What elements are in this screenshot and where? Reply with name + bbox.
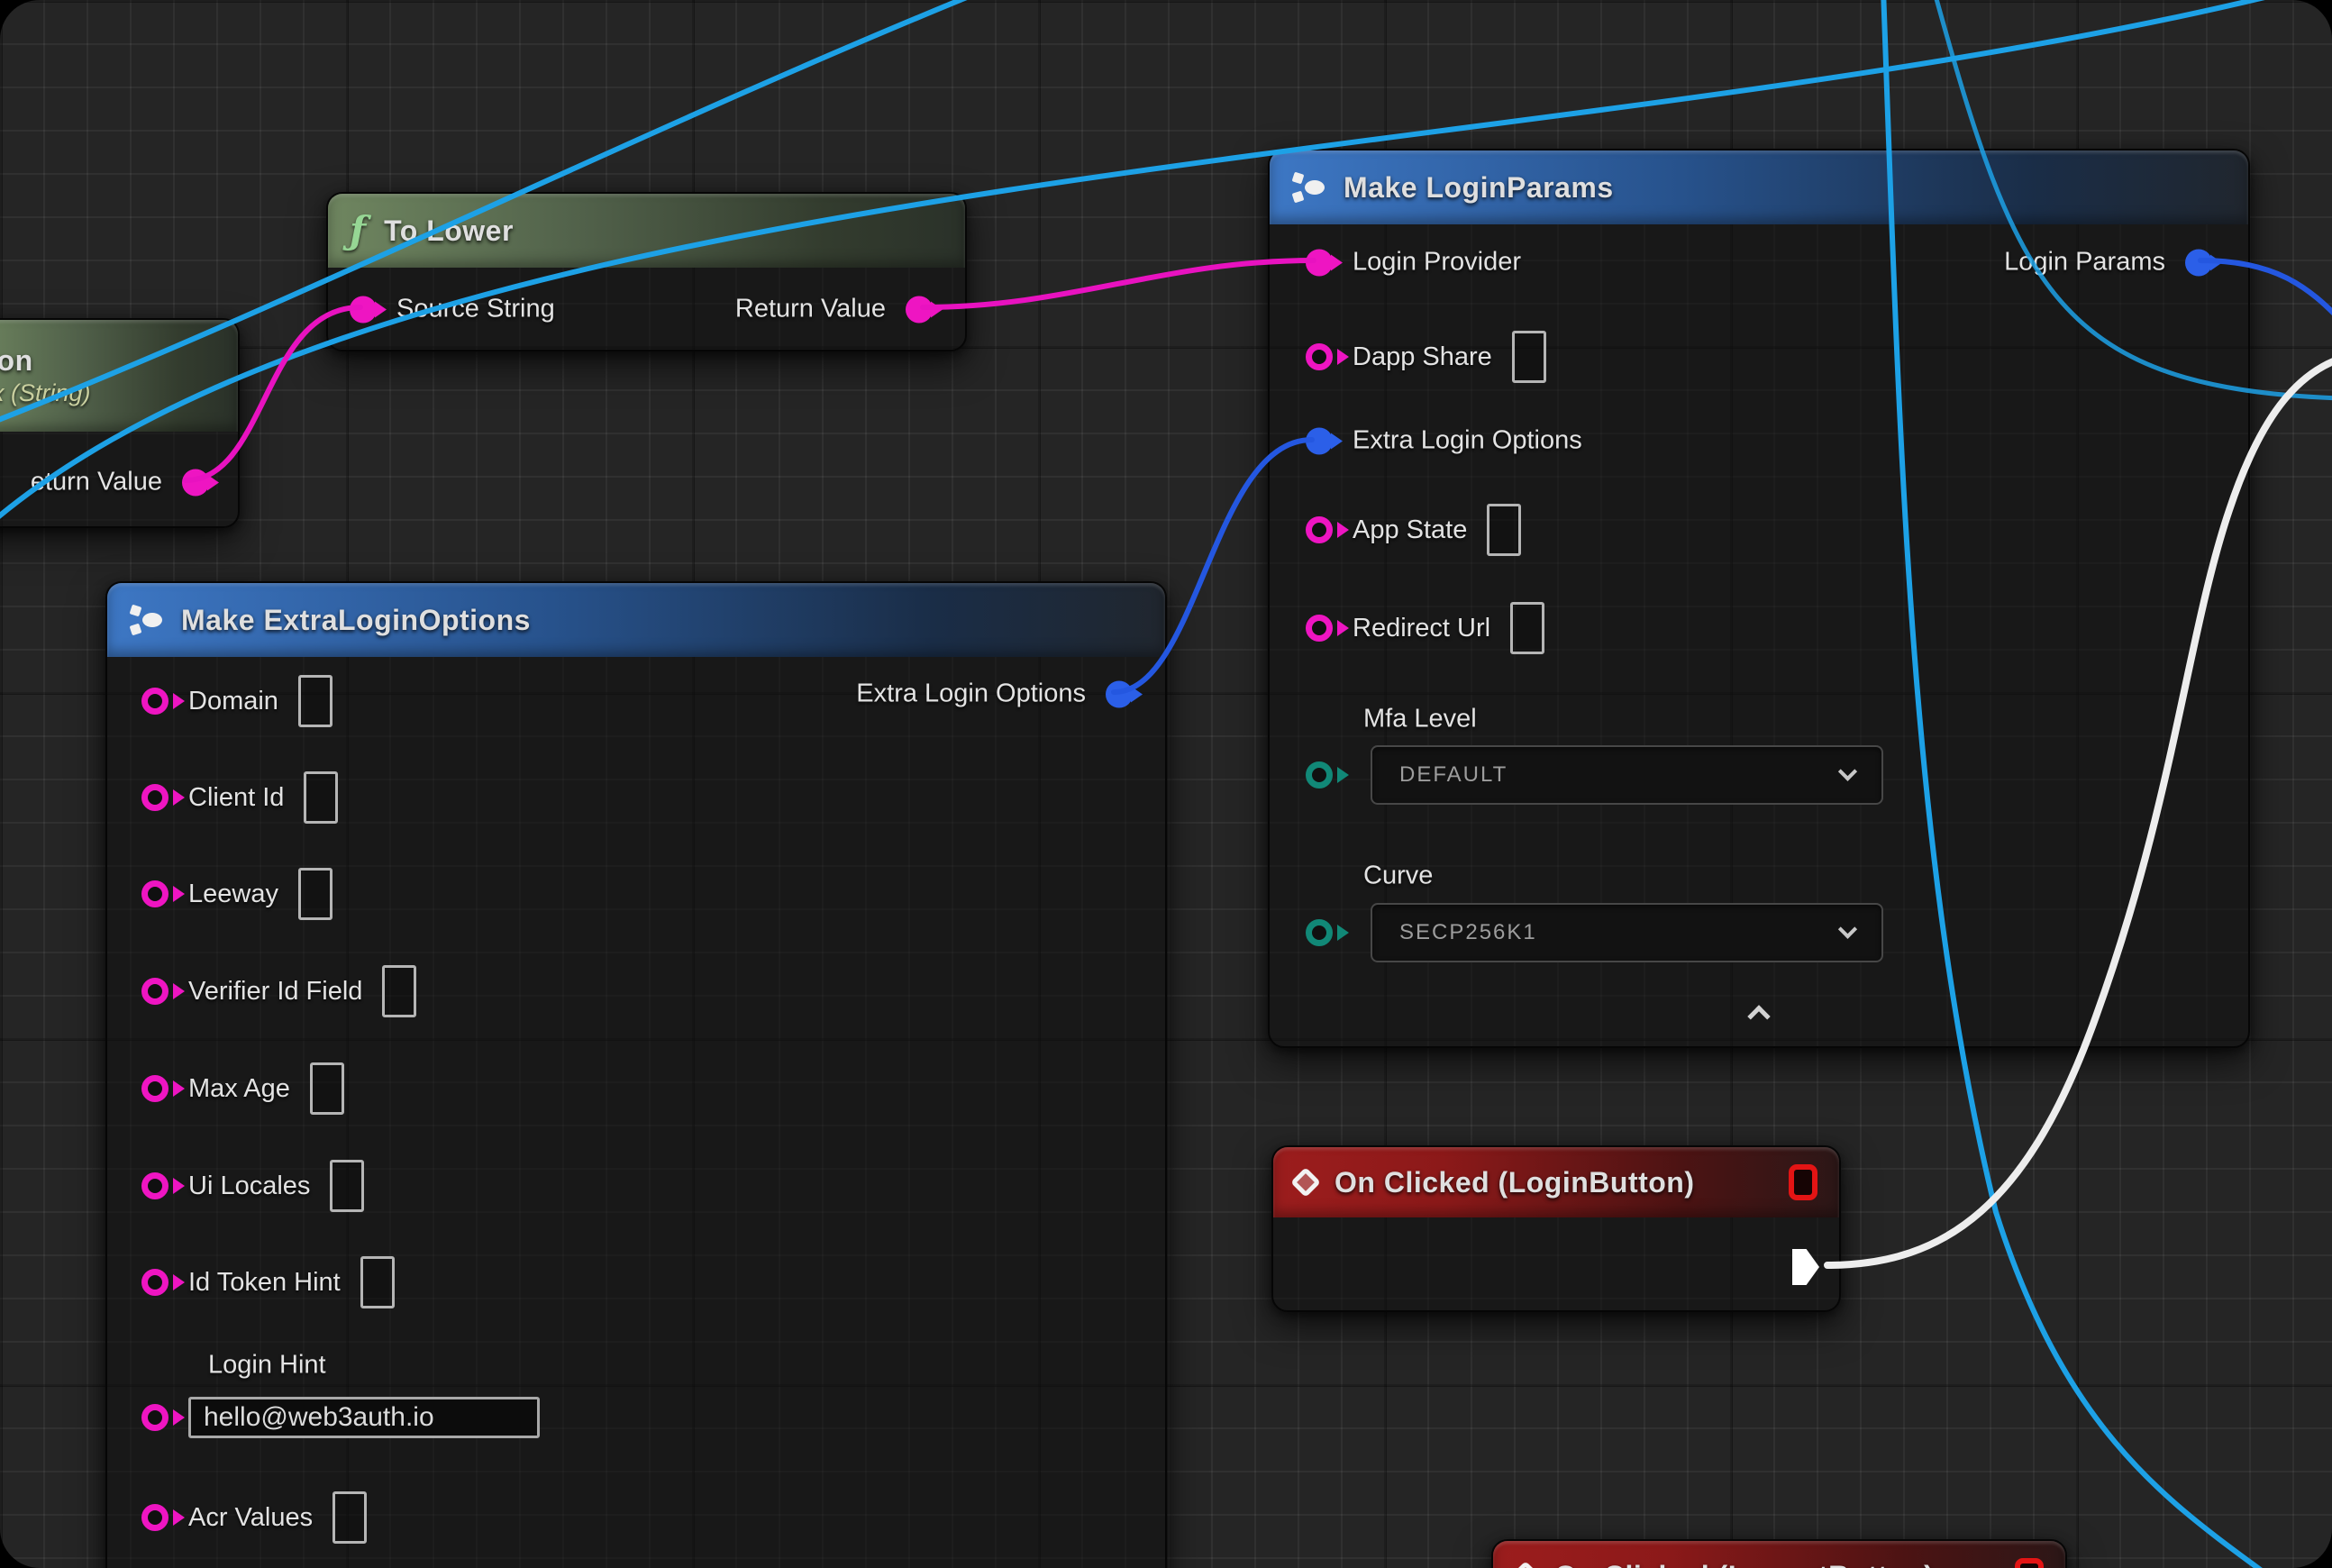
max-age-input-pin[interactable] <box>141 1075 169 1102</box>
leeway-pin-label: Leeway <box>188 880 278 909</box>
blueprint-graph-canvas[interactable]: tion ox (String) eturn Value ƒ To Lower … <box>0 0 2332 1568</box>
node-make-login-params-header[interactable]: Make LoginParams <box>1270 150 2248 224</box>
delegate-stop-icon[interactable] <box>1789 1164 1817 1200</box>
id-token-hint-value-box[interactable] <box>360 1256 395 1308</box>
client-id-value-box[interactable] <box>304 771 338 824</box>
client-id-pin-label: Client Id <box>188 783 284 813</box>
client-id-input-pin[interactable] <box>141 784 169 811</box>
function-icon: ƒ <box>350 212 366 250</box>
exec-output-pin[interactable] <box>1792 1249 1819 1285</box>
mfa-level-input-pin[interactable] <box>1306 761 1333 789</box>
mfa-level-value: DEFAULT <box>1399 762 1508 788</box>
node-text-partial[interactable]: tion ox (String) eturn Value <box>0 318 240 528</box>
leeway-value-box[interactable] <box>298 868 332 920</box>
mfa-level-pin-label: Mfa Level <box>1363 705 1477 734</box>
domain-pin-label: Domain <box>188 687 278 716</box>
make-struct-icon <box>1291 171 1325 204</box>
login-params-output-pin[interactable] <box>2185 249 2212 276</box>
node-text-partial-header[interactable]: tion ox (String) <box>0 320 238 432</box>
make-struct-icon <box>129 604 163 636</box>
login-params-pin-label: Login Params <box>2004 248 2165 278</box>
dapp-share-input-pin[interactable] <box>1306 343 1333 370</box>
node-title: To Lower <box>384 214 514 248</box>
curve-input-pin[interactable] <box>1306 919 1333 946</box>
login-hint-input-pin[interactable] <box>141 1404 169 1431</box>
domain-value-box[interactable] <box>298 675 332 727</box>
extra-login-options-pin-label: Extra Login Options <box>856 679 1086 709</box>
delegate-stop-icon[interactable] <box>2015 1558 2044 1568</box>
domain-input-pin[interactable] <box>141 688 169 715</box>
return-value-output-pin[interactable] <box>182 469 209 496</box>
node-on-clicked-logout-button[interactable]: On Clicked (LogoutButton) <box>1491 1539 2067 1568</box>
redirect-url-pin-label: Redirect Url <box>1353 614 1490 643</box>
acr-values-value-box[interactable] <box>332 1491 367 1544</box>
app-state-pin-label: App State <box>1353 515 1467 545</box>
curve-dropdown[interactable]: SECP256K1 <box>1371 903 1883 962</box>
node-on-clicked-logout-header[interactable]: On Clicked (LogoutButton) <box>1493 1541 2065 1568</box>
node-title: On Clicked (LogoutButton) <box>1554 1560 1934 1568</box>
extra-login-options-pin-label: Extra Login Options <box>1353 426 1582 456</box>
max-age-pin-label: Max Age <box>188 1074 290 1104</box>
leeway-input-pin[interactable] <box>141 880 169 907</box>
curve-pin-label: Curve <box>1363 861 1433 891</box>
return-value-pin-label: eturn Value <box>31 468 162 497</box>
node-to-lower-header[interactable]: ƒ To Lower <box>328 194 965 268</box>
app-state-value-box[interactable] <box>1487 504 1521 556</box>
chevron-down-icon <box>1838 919 1857 938</box>
dapp-share-pin-label: Dapp Share <box>1353 342 1492 372</box>
acr-values-pin-label: Acr Values <box>188 1503 313 1533</box>
login-provider-input-pin[interactable] <box>1306 249 1333 276</box>
verifier-id-field-value-box[interactable] <box>382 965 416 1017</box>
node-on-clicked-login-button[interactable]: On Clicked (LoginButton) <box>1271 1145 1841 1312</box>
source-string-pin-label: Source String <box>396 295 555 324</box>
node-make-extra-login-options-header[interactable]: Make ExtraLoginOptions <box>107 583 1165 657</box>
login-hint-pin-label: Login Hint <box>208 1351 326 1381</box>
curve-value: SECP256K1 <box>1399 920 1537 945</box>
login-hint-input[interactable]: hello@web3auth.io <box>188 1397 540 1438</box>
redirect-url-input-pin[interactable] <box>1306 615 1333 642</box>
node-title: Make ExtraLoginOptions <box>181 604 531 637</box>
id-token-hint-input-pin[interactable] <box>141 1269 169 1296</box>
collapse-node-button[interactable] <box>1270 1008 2248 1025</box>
node-subtitle-fragment: ox (String) <box>0 379 91 407</box>
acr-values-input-pin[interactable] <box>141 1504 169 1531</box>
ui-locales-input-pin[interactable] <box>141 1172 169 1199</box>
verifier-id-field-pin-label: Verifier Id Field <box>188 977 362 1007</box>
verifier-id-field-input-pin[interactable] <box>141 978 169 1005</box>
extra-login-options-input-pin[interactable] <box>1306 427 1333 454</box>
dapp-share-value-box[interactable] <box>1512 331 1546 383</box>
return-value-output-pin[interactable] <box>906 296 933 323</box>
event-icon <box>1510 1561 1541 1568</box>
wire-to-lower-to-login-provider[interactable] <box>923 260 1314 307</box>
node-on-clicked-login-header[interactable]: On Clicked (LoginButton) <box>1273 1147 1839 1217</box>
source-string-input-pin[interactable] <box>350 296 377 323</box>
login-provider-pin-label: Login Provider <box>1353 248 1521 278</box>
max-age-value-box[interactable] <box>310 1062 344 1115</box>
node-title-fragment: tion <box>0 344 33 378</box>
node-make-login-params[interactable]: Make LoginParams Login Provider Login Pa… <box>1268 149 2250 1048</box>
redirect-url-value-box[interactable] <box>1510 602 1544 654</box>
id-token-hint-pin-label: Id Token Hint <box>188 1268 341 1298</box>
return-value-pin-label: Return Value <box>735 295 886 324</box>
mfa-level-dropdown[interactable]: DEFAULT <box>1371 745 1883 805</box>
node-title: Make LoginParams <box>1344 171 1614 205</box>
node-to-lower[interactable]: ƒ To Lower Source String Return Value <box>326 192 967 351</box>
ui-locales-pin-label: Ui Locales <box>188 1171 310 1201</box>
event-icon <box>1290 1167 1321 1198</box>
ui-locales-value-box[interactable] <box>330 1160 364 1212</box>
extra-login-options-output-pin[interactable] <box>1106 680 1133 707</box>
chevron-down-icon <box>1838 761 1857 780</box>
node-make-extra-login-options[interactable]: Make ExtraLoginOptions Domain Client Id … <box>105 581 1167 1568</box>
chevron-up-icon <box>1747 1005 1770 1027</box>
blueprint-editor: tion ox (String) eturn Value ƒ To Lower … <box>0 0 2332 1568</box>
node-title: On Clicked (LoginButton) <box>1335 1166 1695 1199</box>
app-state-input-pin[interactable] <box>1306 516 1333 543</box>
